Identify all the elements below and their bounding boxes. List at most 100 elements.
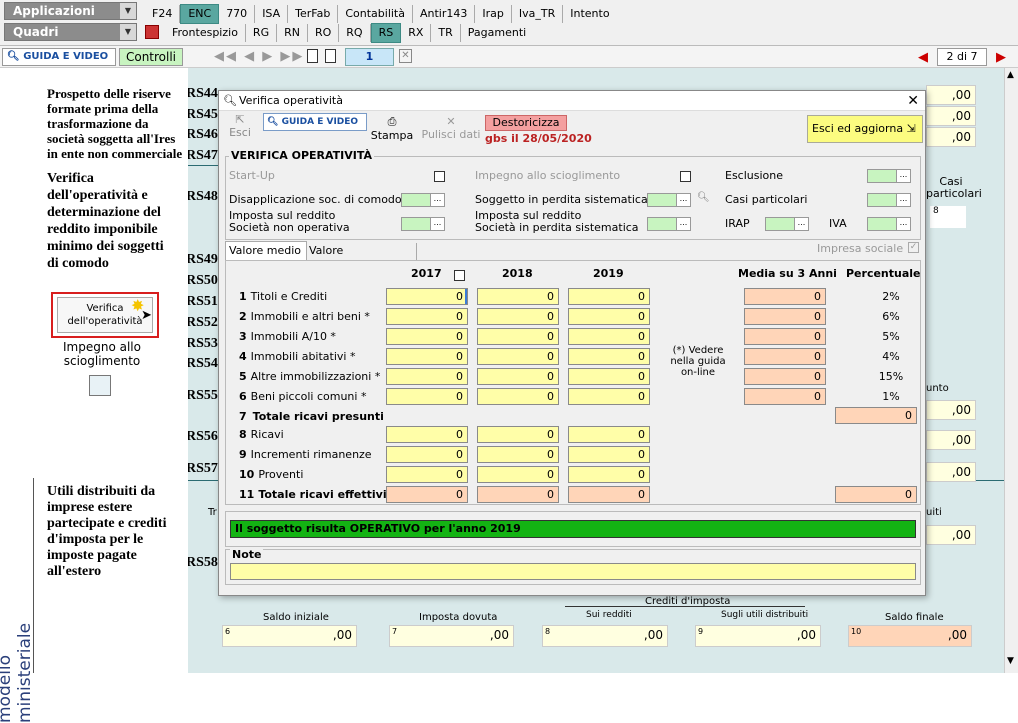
saldo-iniziale-field[interactable]: 6,00 [222, 625, 357, 647]
media-field[interactable]: 0 [744, 308, 826, 325]
esci-aggiorna-button[interactable]: Esci ed aggiorna ⇲ [807, 115, 923, 143]
rs58-field[interactable]: ,00 [926, 525, 976, 545]
tab-rq[interactable]: RQ [339, 24, 371, 42]
value-field[interactable]: 0 [568, 426, 650, 443]
value-field[interactable]: 0 [477, 446, 559, 463]
tab-pagamenti[interactable]: Pagamenti [461, 24, 533, 42]
tab-enc[interactable]: ENC [180, 4, 220, 24]
value-field[interactable]: 0 [477, 368, 559, 385]
rs44-field[interactable]: ,00 [926, 85, 976, 105]
tab-frontespizio[interactable]: Frontespizio [165, 24, 246, 42]
rs55-field[interactable]: ,00 [926, 400, 976, 420]
value-field[interactable]: 0 [477, 466, 559, 483]
vertical-scrollbar[interactable]: ▲ ▼ [1004, 68, 1018, 673]
magnifier-icon[interactable]: 🔍︎ [697, 192, 710, 203]
tab-valore-esercizio[interactable]: Valore dell'esercizio [307, 243, 417, 273]
impegno-checkbox[interactable] [89, 375, 111, 396]
scroll-down-icon[interactable]: ▼ [1007, 656, 1014, 666]
value-field[interactable]: 0 [477, 328, 559, 345]
totale-presunti-field[interactable]: 0 [835, 407, 917, 424]
value-field[interactable]: 0 [568, 466, 650, 483]
tab-tr[interactable]: TR [431, 24, 461, 42]
tab-770[interactable]: 770 [219, 5, 256, 23]
media-field[interactable]: 0 [744, 348, 826, 365]
value-field[interactable]: 0 [568, 328, 650, 345]
destoricizza-button[interactable]: Destoricizza [485, 115, 567, 131]
tab-f24[interactable]: F24 [145, 5, 181, 23]
media-field[interactable]: 0 [744, 368, 826, 385]
irap-selector[interactable]: ... [765, 217, 809, 231]
totale-effettivi-field[interactable]: 0 [386, 486, 468, 503]
totale-effettivi-field[interactable]: 0 [568, 486, 650, 503]
media-field[interactable]: 0 [744, 328, 826, 345]
value-field[interactable]: 0 [568, 348, 650, 365]
value-field[interactable]: 0 [568, 388, 650, 405]
value-field[interactable]: 0 [477, 388, 559, 405]
value-field[interactable]: 0 [386, 388, 468, 405]
saldo-finale-field[interactable]: 10,00 [848, 625, 972, 647]
media-field[interactable]: 0 [744, 388, 826, 405]
value-field[interactable]: 0 [568, 368, 650, 385]
applicazioni-dropdown[interactable]: Applicazioni ▼ [4, 2, 137, 20]
controlli-button[interactable]: Controlli [119, 48, 183, 66]
tab-terfab[interactable]: TerFab [288, 5, 339, 23]
value-field[interactable]: 0 [386, 308, 468, 325]
rs45-field[interactable]: ,00 [926, 106, 976, 126]
copy-page-icon[interactable] [325, 49, 336, 63]
tab-irap[interactable]: Irap [475, 5, 512, 23]
value-field[interactable]: 0 [386, 288, 468, 305]
tab-rx[interactable]: RX [401, 24, 432, 42]
tab-isa[interactable]: ISA [255, 5, 289, 23]
sui-redditi-field[interactable]: 8,00 [542, 625, 668, 647]
perdita-selector[interactable]: ... [647, 193, 691, 207]
value-field[interactable]: 0 [568, 308, 650, 325]
casi-selector[interactable]: ... [867, 193, 911, 207]
delete-page-icon[interactable]: ✕ [399, 49, 412, 63]
impegno-checkbox[interactable] [680, 169, 691, 182]
imposta-perdita-selector[interactable]: ... [647, 217, 691, 231]
esclusione-selector[interactable]: ... [867, 169, 911, 183]
guida-video-button[interactable]: 🔍︎ GUIDA E VIDEO [263, 113, 367, 131]
value-field[interactable]: 0 [386, 426, 468, 443]
value-field[interactable]: 0 [386, 446, 468, 463]
tab-rs[interactable]: RS [370, 23, 402, 43]
value-field[interactable]: 0 [568, 446, 650, 463]
startup-checkbox[interactable] [434, 169, 445, 182]
next-page-icon[interactable]: ▶ [996, 50, 1006, 65]
imposta-dovuta-field[interactable]: 7,00 [389, 625, 514, 647]
sugli-utili-field[interactable]: 9,00 [695, 625, 821, 647]
totale-effettivi-field[interactable]: 0 [477, 486, 559, 503]
casi-field[interactable]: 8 [930, 206, 966, 228]
rs56-field[interactable]: ,00 [926, 430, 976, 450]
rs57-field[interactable]: ,00 [926, 462, 976, 482]
prev-page-icon[interactable]: ◀ [918, 50, 928, 65]
media-field[interactable]: 0 [744, 288, 826, 305]
tab-iva-tr[interactable]: Iva_TR [512, 5, 564, 23]
value-field[interactable]: 0 [386, 328, 468, 345]
tab-rg[interactable]: RG [246, 24, 278, 42]
guida-video-button[interactable]: 🔍︎ GUIDA E VIDEO [2, 48, 116, 66]
totale-effettivi-final-field[interactable]: 0 [835, 486, 917, 503]
value-field[interactable]: 0 [386, 466, 468, 483]
tab-valore-medio[interactable]: Valore medio [225, 241, 307, 260]
tab-intento[interactable]: Intento [563, 5, 616, 23]
pdf-icon[interactable] [145, 25, 159, 39]
page-number-field[interactable]: 1 [345, 48, 394, 66]
tab-antir143[interactable]: Antir143 [413, 5, 476, 23]
tab-rn[interactable]: RN [277, 24, 308, 42]
scroll-up-icon[interactable]: ▲ [1007, 70, 1014, 80]
close-icon[interactable]: ✕ [907, 91, 919, 111]
note-field[interactable] [230, 563, 916, 580]
stampa-button[interactable]: ⎙ Stampa [369, 115, 415, 145]
value-field[interactable]: 0 [477, 348, 559, 365]
value-field[interactable]: 0 [386, 368, 468, 385]
disapplicazione-selector[interactable]: ... [401, 193, 445, 207]
value-field[interactable]: 0 [568, 288, 650, 305]
value-field[interactable]: 0 [477, 288, 559, 305]
impresa-sociale-checkbox[interactable]: ✓ [908, 242, 919, 253]
tab-ro[interactable]: RO [308, 24, 340, 42]
esci-button[interactable]: ⇱ Esci [225, 113, 255, 145]
value-field[interactable]: 0 [477, 308, 559, 325]
pulisci-button[interactable]: ✕ Pulisci dati [419, 115, 483, 145]
iva-selector[interactable]: ... [867, 217, 911, 231]
